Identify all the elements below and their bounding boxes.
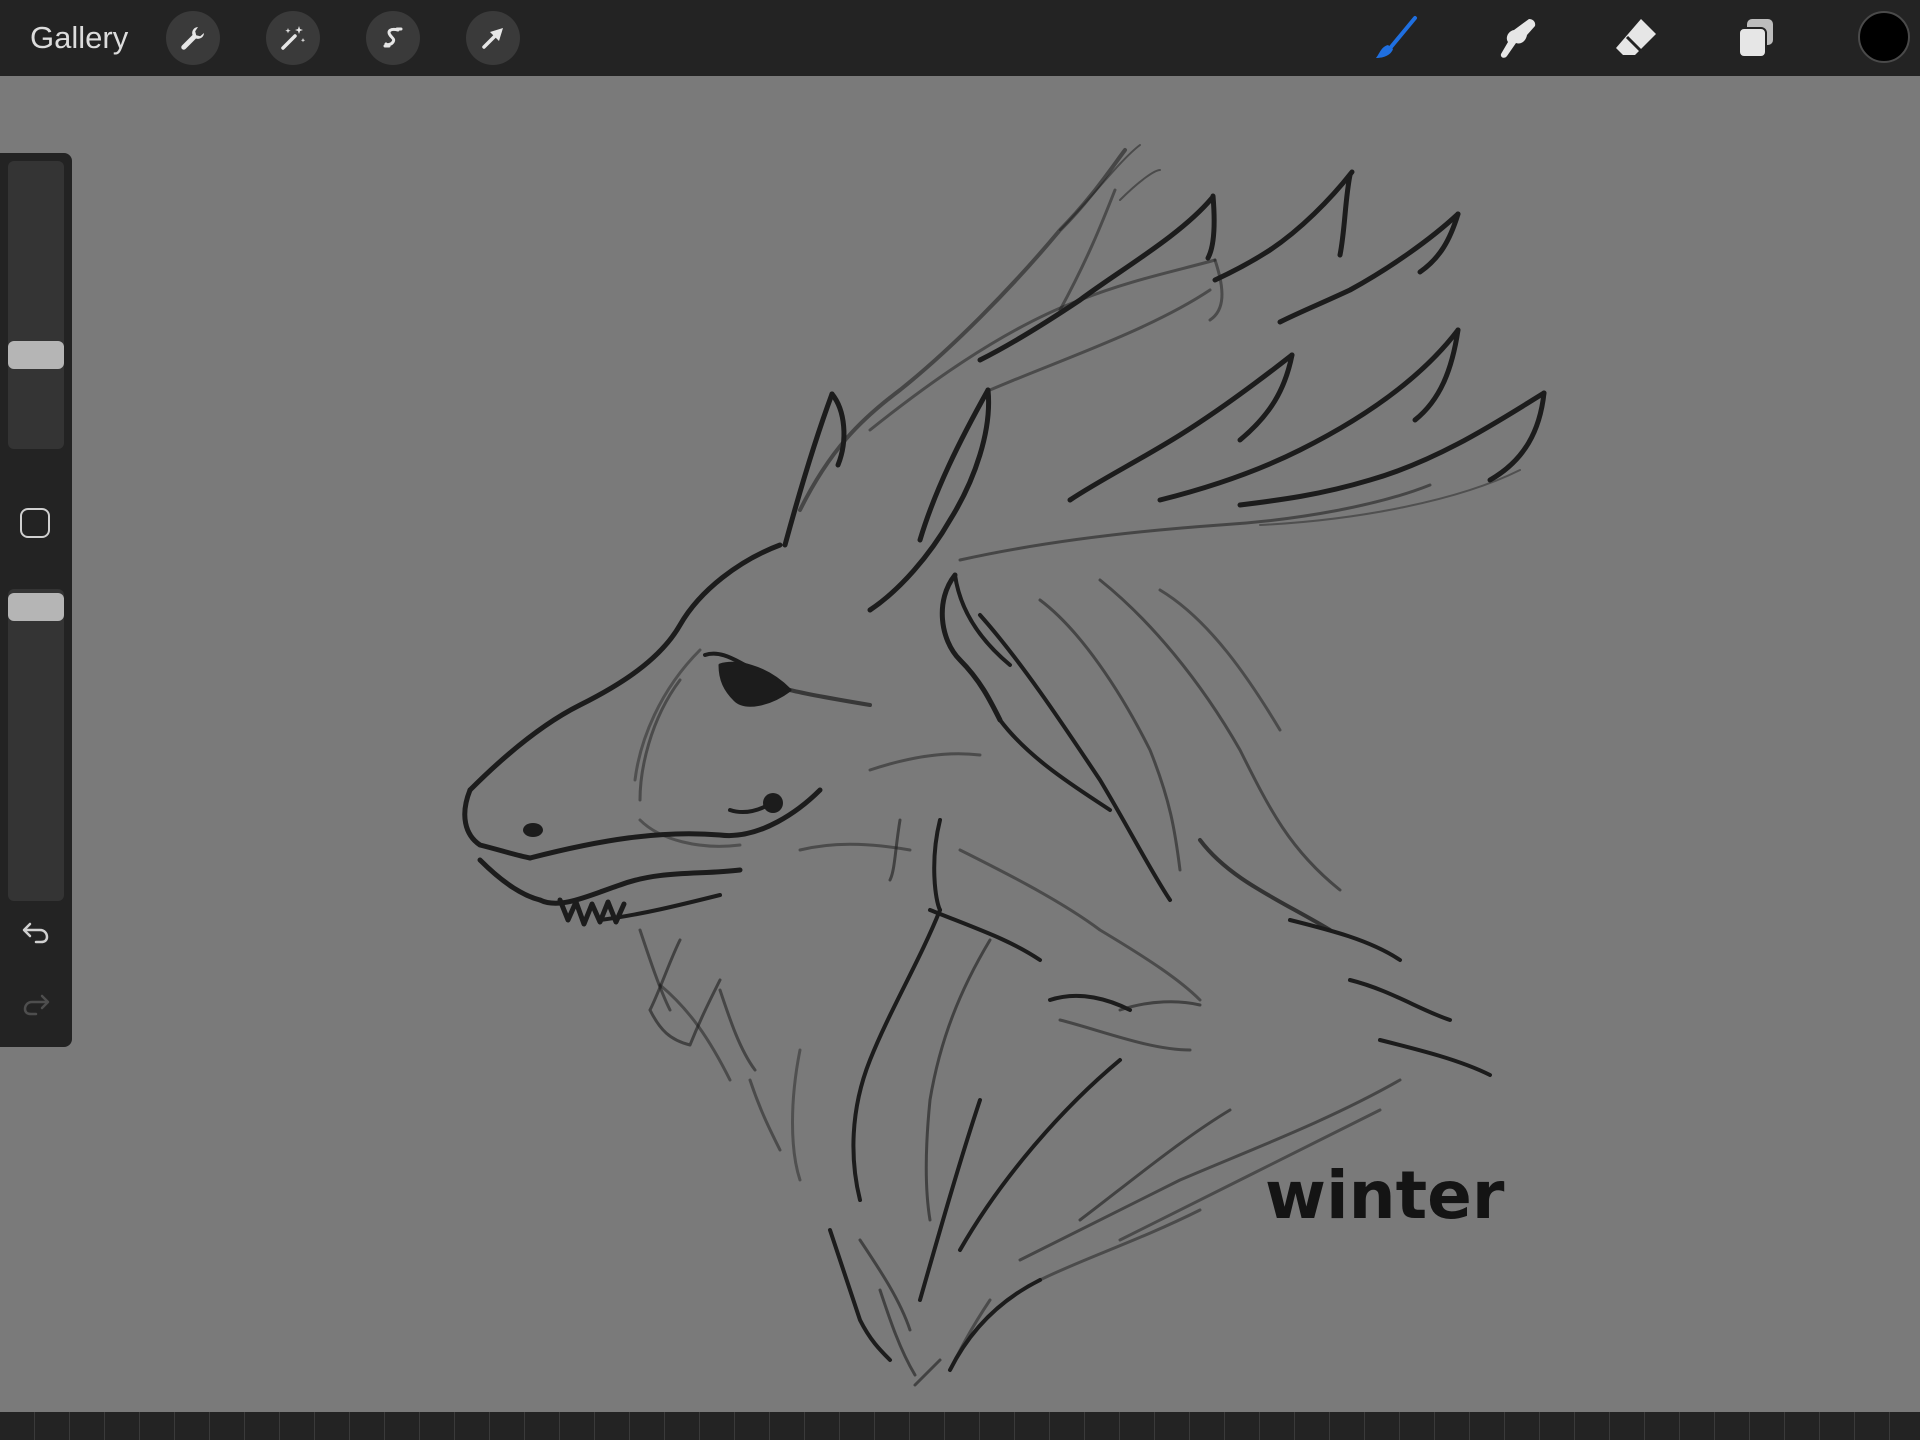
brush-size-slider[interactable] (8, 161, 64, 449)
dragon-sketch: winter (462, 144, 1547, 1387)
opacity-slider[interactable] (8, 589, 64, 901)
bottom-status-bar (0, 1412, 1920, 1440)
left-sidebar (0, 153, 72, 1047)
drawing-canvas[interactable]: winter (0, 76, 1920, 1412)
opacity-thumb[interactable] (8, 593, 64, 621)
redo-icon (23, 994, 50, 1016)
redo-button[interactable] (16, 983, 56, 1023)
modify-square-icon[interactable] (20, 508, 50, 538)
undo-icon (22, 922, 49, 944)
brush-size-thumb[interactable] (8, 341, 64, 369)
signature-text: winter (1265, 1157, 1505, 1234)
undo-button[interactable] (16, 911, 56, 951)
